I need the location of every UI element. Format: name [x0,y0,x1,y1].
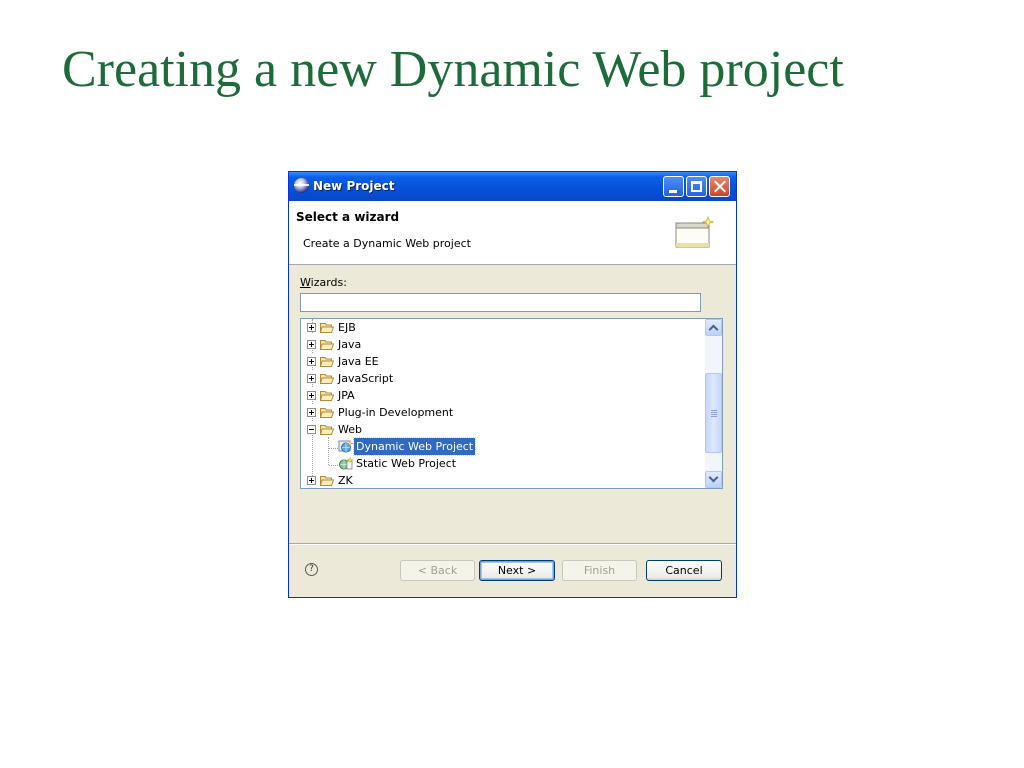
expand-icon[interactable] [307,391,316,400]
wizard-filter-input[interactable] [300,293,701,312]
tree-scrollbar[interactable] [705,319,722,488]
folder-icon [320,408,334,418]
scrollbar-thumb[interactable] [705,373,722,453]
folder-icon [320,476,334,486]
tree-item-label: Java EE [338,355,379,368]
wizard-banner-icon [675,215,714,248]
tree-item-label: Static Web Project [356,457,457,470]
close-icon[interactable] [709,176,730,197]
tree-item-label: ZK [338,474,353,487]
expand-icon[interactable] [307,476,316,485]
cancel-button[interactable]: Cancel [646,560,722,581]
minimize-icon[interactable] [663,176,684,197]
dynamic-web-project-icon [338,440,353,453]
eclipse-icon [294,178,309,193]
window-title: New Project [313,179,395,193]
folder-icon [320,357,334,367]
scroll-down-icon[interactable] [705,471,722,488]
tree-item-label: JavaScript [338,372,394,385]
wizard-banner: Select a wizard Create a Dynamic Web pro… [289,201,736,265]
expand-icon[interactable] [307,357,316,366]
new-project-dialog: New Project Select a wizard Create a Dyn… [288,171,737,598]
banner-title: Select a wizard [296,210,400,224]
folder-icon [320,374,334,384]
next-button[interactable]: Next > [479,560,555,581]
banner-description: Create a Dynamic Web project [303,237,471,250]
scroll-up-icon[interactable] [705,319,722,336]
finish-button[interactable]: Finish [562,560,637,581]
expand-icon[interactable] [307,374,316,383]
tree-item-label: Plug-in Development [338,406,454,419]
help-icon[interactable]: ? [305,563,318,576]
tree-item-label: JPA [338,389,355,402]
collapse-icon[interactable] [307,425,316,434]
folder-icon [320,323,334,333]
expand-icon[interactable] [307,340,316,349]
tree-item-label: Java [338,338,362,351]
wizard-tree[interactable]: EJB Java Java EE JavaScript JPA Plug-in … [300,318,723,489]
tree-item-label: EJB [338,321,356,334]
footer-divider [289,543,736,545]
expand-icon[interactable] [307,408,316,417]
title-bar[interactable]: New Project [289,172,736,201]
slide-title: Creating a new Dynamic Web project [62,41,844,98]
wizards-label: Wizards: [300,276,347,289]
tree-item-label: Dynamic Web Project [352,437,477,456]
folder-icon [320,340,334,350]
folder-open-icon [320,425,334,435]
tree-item-label: Web [338,423,362,436]
expand-icon[interactable] [307,323,316,332]
maximize-icon[interactable] [686,176,707,197]
back-button[interactable]: < Back [400,560,475,581]
folder-icon [320,391,334,401]
static-web-project-icon [339,457,353,470]
